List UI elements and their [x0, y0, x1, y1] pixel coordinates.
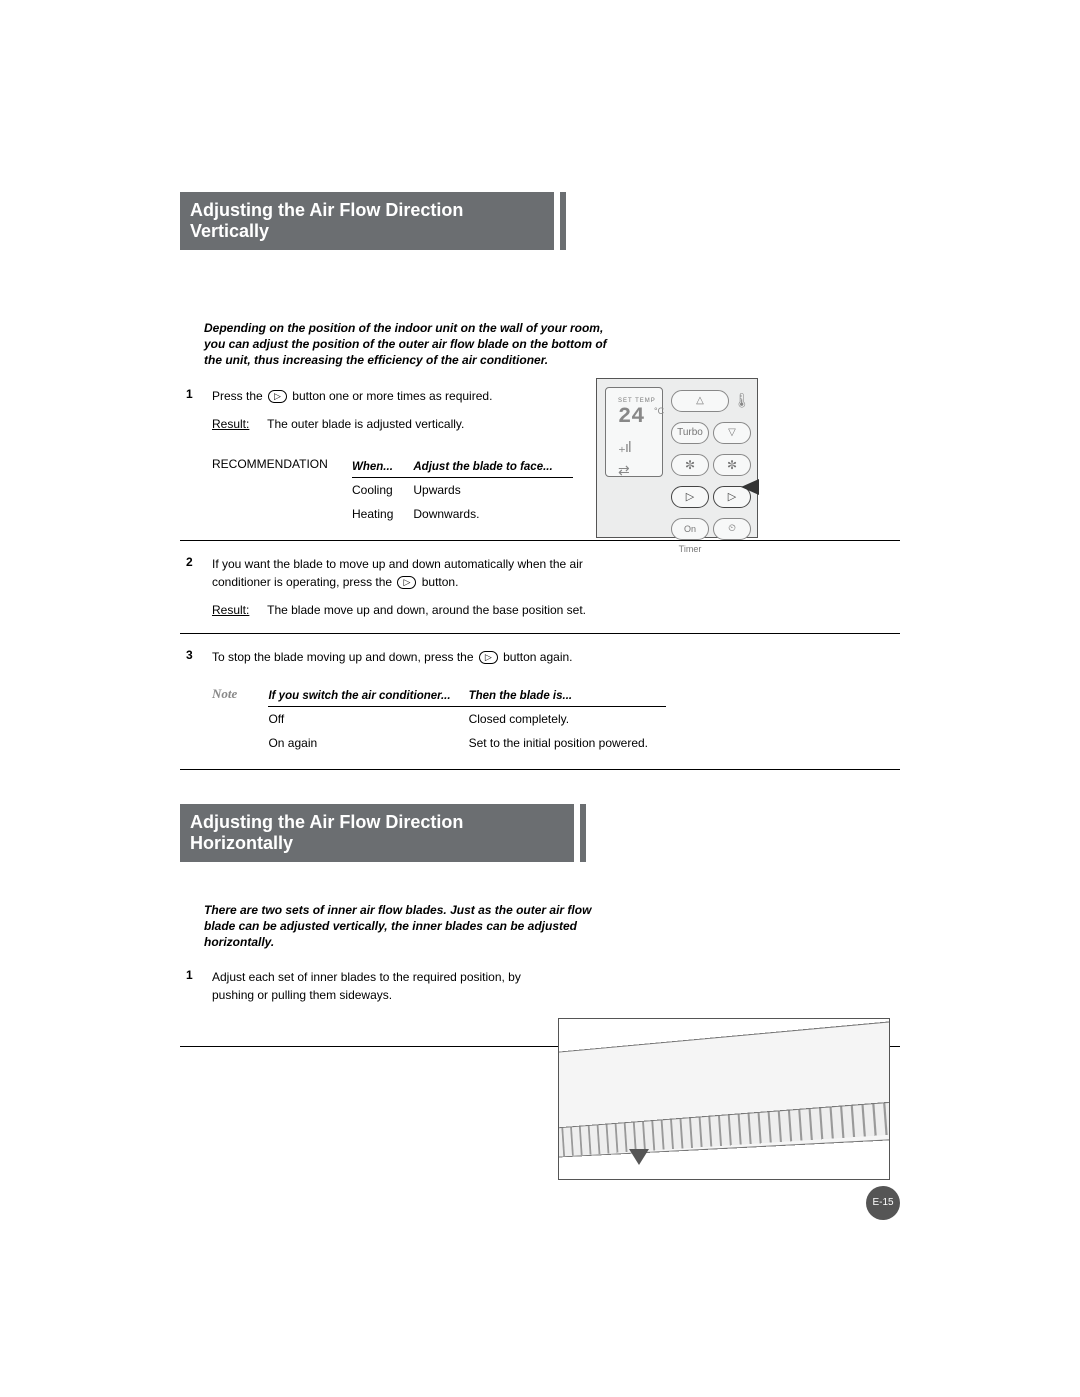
fan-speed-icon: ₊ıl	[618, 438, 630, 456]
swing-button-icon: ▷	[268, 390, 287, 403]
result-label: Result:	[212, 601, 264, 619]
note-block: Note If you switch the air conditioner..…	[212, 686, 900, 755]
note-head-then: Then the blade is...	[469, 686, 666, 707]
sec2-step1-text: Adjust each set of inner blades to the r…	[212, 968, 552, 1004]
mode-button	[671, 454, 709, 476]
swing-button-icon: ▷	[397, 576, 416, 589]
manual-page: Adjusting the Air Flow Direction Vertica…	[180, 192, 900, 1061]
page-number-badge: E-15	[866, 1186, 900, 1220]
turbo-button: Turbo	[671, 422, 709, 444]
swing-button: ▷	[671, 486, 709, 508]
step1-text-a: Press the	[212, 389, 266, 403]
down-arrow-icon	[629, 1149, 649, 1165]
step1-result: The outer blade is adjusted vertically.	[267, 417, 464, 431]
pointer-arrow-icon	[741, 479, 759, 495]
rec-cooling: Cooling	[352, 477, 413, 502]
divider	[180, 633, 900, 634]
note-table: If you switch the air conditioner... The…	[268, 686, 666, 755]
swing-button-icon: ▷	[479, 651, 498, 664]
heading-horizontal: Adjusting the Air Flow Direction Horizon…	[180, 804, 580, 862]
divider	[180, 769, 900, 770]
indoor-unit-illustration	[558, 1018, 890, 1180]
rec-heating: Heating	[352, 502, 413, 526]
recommendation-label: RECOMMENDATION	[212, 457, 328, 471]
on-timer-button: On Timer	[671, 518, 709, 540]
step-number: 3	[186, 648, 193, 662]
note-off: Off	[268, 706, 468, 731]
intro-vertical: Depending on the position of the indoor …	[204, 320, 624, 369]
fan-button	[713, 454, 751, 476]
remote-lcd: SET TEMP 24 °C ₊ıl ⇄	[605, 387, 663, 477]
temp-down-button	[713, 422, 751, 444]
note-initial: Set to the initial position powered.	[469, 731, 666, 755]
note-label: Note	[212, 686, 256, 702]
divider	[180, 540, 900, 541]
step-1: 1 Press the ▷ button one or more times a…	[180, 387, 900, 433]
step-number: 1	[186, 968, 193, 982]
step2-text-b: button.	[422, 575, 459, 589]
intro-horizontal: There are two sets of inner air flow bla…	[204, 902, 624, 951]
step1-text-b: button one or more times as required.	[292, 389, 492, 403]
note-closed: Closed completely.	[469, 706, 666, 731]
step2-result: The blade move up and down, around the b…	[267, 603, 586, 617]
note-head-if: If you switch the air conditioner...	[268, 686, 468, 707]
recommendation-table: When... Adjust the blade to face... Cool…	[352, 457, 573, 526]
note-onagain: On again	[268, 731, 468, 755]
rec-head-when: When...	[352, 457, 413, 478]
step3-text-b: button again.	[503, 650, 572, 664]
rec-head-adjust: Adjust the blade to face...	[413, 457, 572, 478]
rec-downwards: Downwards.	[413, 502, 572, 526]
heading-vertical: Adjusting the Air Flow Direction Vertica…	[180, 192, 560, 250]
step-number: 1	[186, 387, 193, 401]
rec-upwards: Upwards	[413, 477, 572, 502]
step3-text-a: To stop the blade moving up and down, pr…	[212, 650, 477, 664]
clock-button: ⏲	[713, 518, 751, 540]
temperature-unit: °C	[654, 406, 664, 416]
temperature-display: 24	[618, 404, 644, 429]
recommendation-block: RECOMMENDATION When... Adjust the blade …	[212, 455, 900, 526]
sec2-step-1: 1 Adjust each set of inner blades to the…	[180, 968, 900, 1004]
swing-indicator-icon: ⇄	[618, 462, 630, 479]
step-2: 2 If you want the blade to move up and d…	[180, 555, 900, 619]
remote-control-illustration: SET TEMP 24 °C ₊ıl ⇄ 🌡 Turbo ▷ ▷ On Time…	[596, 378, 758, 538]
result-label: Result:	[212, 415, 264, 433]
thermometer-icon: 🌡	[733, 385, 751, 417]
temp-up-button	[671, 390, 729, 412]
step-3: 3 To stop the blade moving up and down, …	[180, 648, 900, 666]
step-number: 2	[186, 555, 193, 569]
